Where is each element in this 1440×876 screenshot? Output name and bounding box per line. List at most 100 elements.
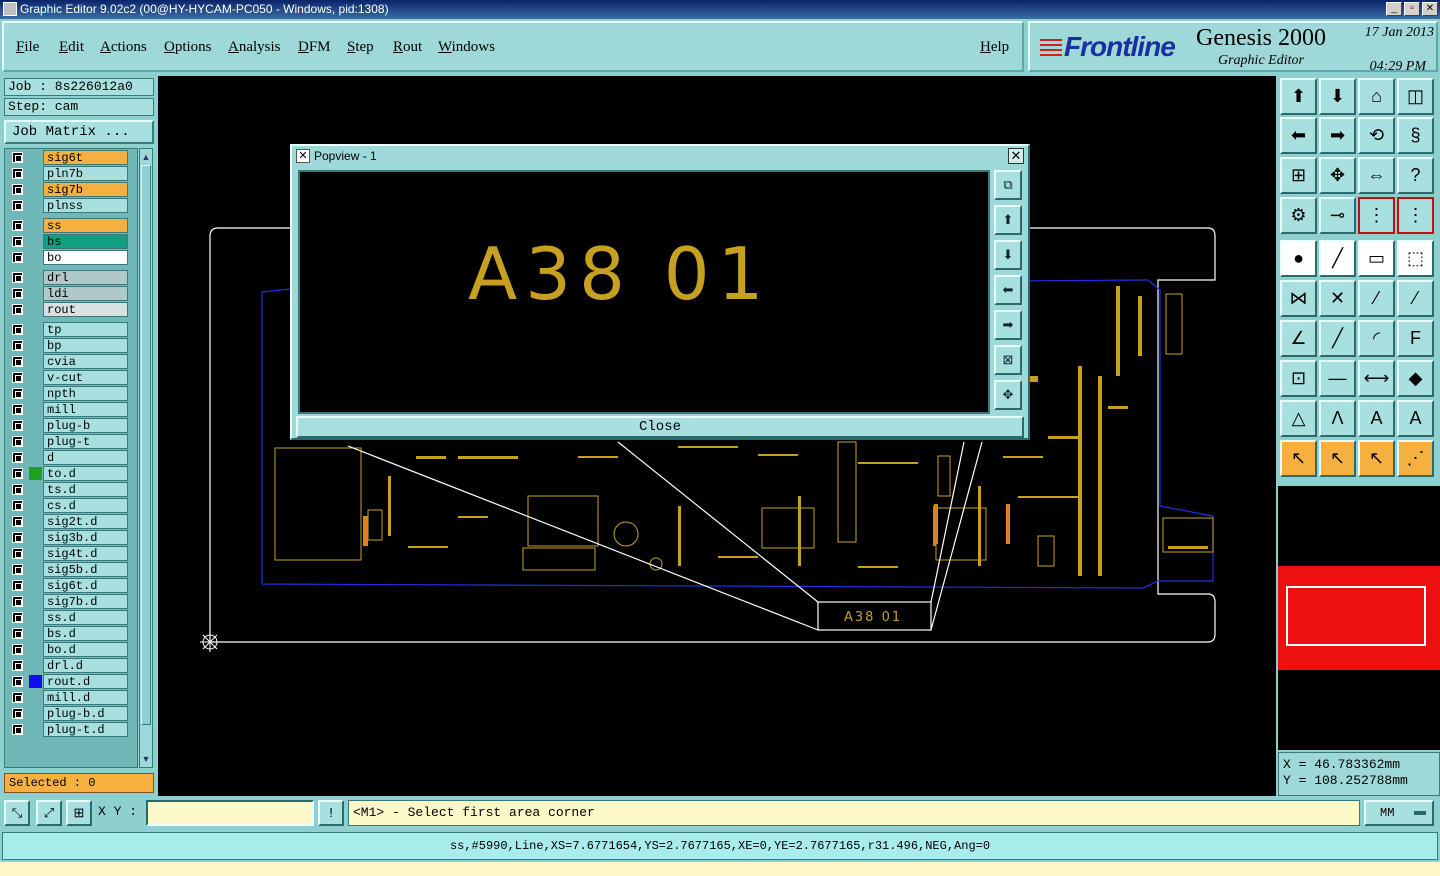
layer-checkbox[interactable]	[12, 184, 23, 195]
zoom-fit-icon[interactable]: ⊞	[1280, 157, 1317, 194]
layer-row[interactable]: bo.d	[7, 642, 128, 657]
triangle-icon[interactable]: Λ	[1319, 400, 1356, 437]
layer-name[interactable]: bo.d	[43, 642, 128, 657]
triangle-small-icon[interactable]: △	[1280, 400, 1317, 437]
layer-checkbox[interactable]	[12, 676, 23, 687]
layer-checkbox[interactable]	[12, 452, 23, 463]
menu-dfm[interactable]: DFM	[298, 39, 331, 56]
layer-checkbox[interactable]	[12, 288, 23, 299]
pan-right-icon[interactable]: ➡	[1319, 117, 1356, 154]
scroll-thumb[interactable]	[141, 165, 151, 725]
layer-row[interactable]: tp	[7, 322, 128, 337]
layer-name[interactable]: plug-t	[43, 434, 128, 449]
layer-name[interactable]: plug-t.d	[43, 722, 128, 737]
layer-checkbox[interactable]	[12, 200, 23, 211]
layer-row[interactable]: mill	[7, 402, 128, 417]
popview-zoom-out-icon[interactable]: ✥	[994, 380, 1022, 410]
layer-name[interactable]: bo	[43, 250, 128, 265]
redraw-icon[interactable]: ⟲	[1358, 117, 1395, 154]
layer-row[interactable]: sig6t.d	[7, 578, 128, 593]
popview-zoom-in-icon[interactable]: ⊠	[994, 345, 1022, 375]
menu-rout[interactable]: Rout	[393, 39, 422, 56]
layer-name[interactable]: sig5b.d	[43, 562, 128, 577]
popview-pan-up-icon[interactable]: ⬆	[994, 205, 1022, 235]
layer-checkbox[interactable]	[12, 484, 23, 495]
layer-checkbox[interactable]	[12, 660, 23, 671]
layer-checkbox[interactable]	[12, 168, 23, 179]
layer-checkbox[interactable]	[12, 532, 23, 543]
scroll-up-icon[interactable]: ▲	[141, 151, 151, 163]
layer-name[interactable]: sig7b	[43, 182, 128, 197]
menu-help[interactable]: Help	[980, 39, 1009, 56]
add-pad-icon[interactable]: ●	[1280, 240, 1317, 277]
layer-row[interactable]: plug-t	[7, 434, 128, 449]
pointer-icon[interactable]: ↖	[1280, 440, 1317, 477]
layer-checkbox[interactable]	[12, 468, 23, 479]
layer-name[interactable]: bp	[43, 338, 128, 353]
layer-name[interactable]: bs	[43, 234, 128, 249]
help-icon[interactable]: ?	[1397, 157, 1434, 194]
layer-row[interactable]: sig4t.d	[7, 546, 128, 561]
layer-name[interactable]: plug-b	[43, 418, 128, 433]
triangle-bar-icon[interactable]: A	[1397, 400, 1434, 437]
layer-checkbox[interactable]	[12, 388, 23, 399]
layer-name[interactable]: cs.d	[43, 498, 128, 513]
layer-name[interactable]: rout.d	[43, 674, 128, 689]
move-icon[interactable]: ⊡	[1280, 360, 1317, 397]
layer-row[interactable]: bs.d	[7, 626, 128, 641]
popview-viewport[interactable]: A38 01	[298, 170, 990, 414]
layer-name[interactable]: mill	[43, 402, 128, 417]
layer-checkbox[interactable]	[12, 372, 23, 383]
layer-checkbox[interactable]	[12, 724, 23, 735]
xy-input[interactable]	[146, 800, 314, 826]
layer-row[interactable]: ss	[7, 218, 128, 233]
layer-name[interactable]: rout	[43, 302, 128, 317]
popview-pan-left-icon[interactable]: ⬅	[994, 275, 1022, 305]
layer-row[interactable]: plug-b	[7, 418, 128, 433]
measure-ruler-icon[interactable]: ▭	[1358, 240, 1395, 277]
popview-pan-down-icon[interactable]: ⬇	[994, 240, 1022, 270]
popview-close-button[interactable]: Close	[296, 416, 1024, 438]
layer-row[interactable]: v-cut	[7, 370, 128, 385]
prompt-info-icon[interactable]: !	[318, 800, 344, 826]
layer-name[interactable]: ss	[43, 218, 128, 233]
layer-checkbox[interactable]	[12, 324, 23, 335]
layer-row[interactable]: sig3b.d	[7, 530, 128, 545]
layer-row[interactable]: bs	[7, 234, 128, 249]
close-icon[interactable]: ✕	[1422, 2, 1438, 16]
settings-icon[interactable]: ⚙	[1280, 197, 1317, 234]
layer-checkbox[interactable]	[12, 436, 23, 447]
layer-name[interactable]: sig2t.d	[43, 514, 128, 529]
snap-grid-icon[interactable]: ⤢	[36, 800, 62, 826]
layer-row[interactable]: plnss	[7, 198, 128, 213]
layer-checkbox[interactable]	[12, 516, 23, 527]
layer-checkbox[interactable]	[12, 420, 23, 431]
layer-row[interactable]: ss.d	[7, 610, 128, 625]
layer-row[interactable]: sig6t	[7, 150, 128, 165]
layer-checkbox[interactable]	[12, 644, 23, 655]
pointer-box-icon[interactable]: ↖	[1319, 440, 1356, 477]
grid-icon[interactable]: ⊞	[66, 800, 92, 826]
layer-checkbox[interactable]	[12, 304, 23, 315]
layer-row[interactable]: drl	[7, 270, 128, 285]
layer-name[interactable]: pln7b	[43, 166, 128, 181]
arc-icon[interactable]: ◜	[1358, 320, 1395, 357]
net-select-icon[interactable]: ⋮	[1358, 197, 1395, 234]
layer-checkbox[interactable]	[12, 692, 23, 703]
layer-row[interactable]: ts.d	[7, 482, 128, 497]
fillet-icon[interactable]: F	[1397, 320, 1434, 357]
layer-checkbox[interactable]	[12, 340, 23, 351]
layer-checkbox[interactable]	[12, 220, 23, 231]
line-node-icon[interactable]: ⁄	[1358, 280, 1395, 317]
layer-name[interactable]: plnss	[43, 198, 128, 213]
snake-icon[interactable]: §	[1397, 117, 1434, 154]
menu-options[interactable]: Options	[164, 39, 212, 56]
layer-name[interactable]: cvia	[43, 354, 128, 369]
cross-icon[interactable]: ✕	[1319, 280, 1356, 317]
layer-checkbox[interactable]	[12, 564, 23, 575]
window-split-icon[interactable]: ◫	[1397, 78, 1434, 115]
popview-close-icon[interactable]: ✕	[1008, 148, 1024, 164]
home-icon[interactable]: ⌂	[1358, 78, 1395, 115]
pan-down-icon[interactable]: ⬇	[1319, 78, 1356, 115]
layer-row[interactable]: cvia	[7, 354, 128, 369]
